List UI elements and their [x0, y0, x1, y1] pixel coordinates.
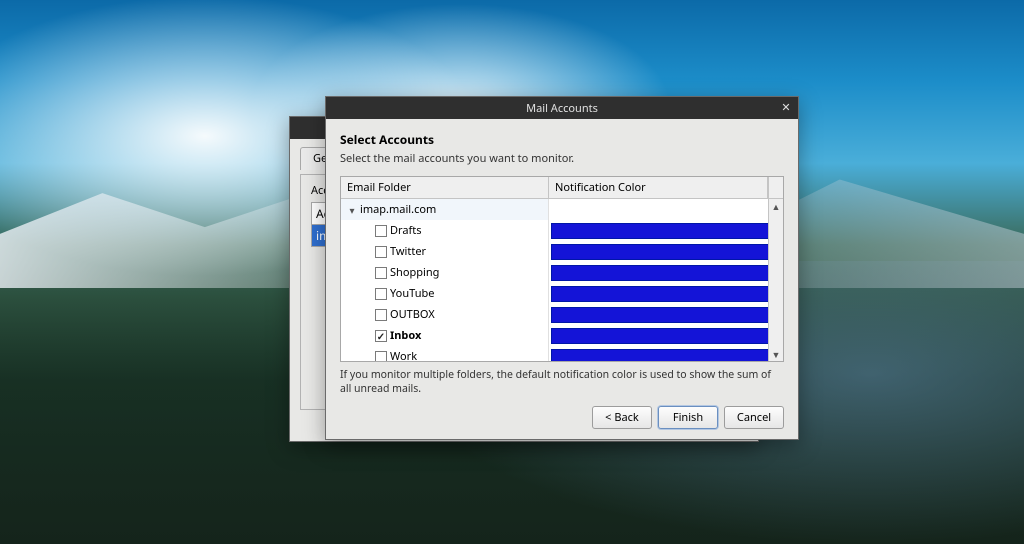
folder-label: Shopping: [390, 265, 439, 280]
folder-row[interactable]: YouTube: [341, 283, 783, 304]
account-root-label: imap.mail.com: [360, 202, 436, 217]
scroll-down-icon[interactable]: ▼: [769, 347, 783, 361]
folder-label: Drafts: [390, 223, 422, 238]
back-button[interactable]: < Back: [592, 406, 652, 429]
folder-label: Twitter: [390, 244, 426, 259]
notification-color-swatch[interactable]: [551, 223, 779, 239]
folder-label: YouTube: [390, 286, 434, 301]
folder-label: Inbox: [390, 328, 421, 343]
folder-checkbox[interactable]: [375, 225, 387, 237]
close-icon[interactable]: ✕: [778, 99, 794, 115]
folder-checkbox[interactable]: [375, 330, 387, 342]
mail-accounts-dialog: Mail Accounts ✕ Select Accounts Select t…: [325, 96, 799, 440]
folder-checkbox[interactable]: [375, 267, 387, 279]
column-header-color[interactable]: Notification Color: [549, 177, 768, 198]
hint-text: If you monitor multiple folders, the def…: [340, 368, 784, 396]
notification-color-swatch[interactable]: [551, 244, 779, 260]
notification-color-swatch[interactable]: [551, 328, 779, 344]
dialog-subheading: Select the mail accounts you want to mon…: [340, 151, 784, 166]
folders-table: Email Folder Notification Color ▾ imap.m…: [340, 176, 784, 362]
notification-color-swatch[interactable]: [551, 265, 779, 281]
folder-row[interactable]: OUTBOX: [341, 304, 783, 325]
column-header-folder[interactable]: Email Folder: [341, 177, 549, 198]
folder-row[interactable]: Shopping: [341, 262, 783, 283]
folder-checkbox[interactable]: [375, 309, 387, 321]
folder-checkbox[interactable]: [375, 246, 387, 258]
vertical-scrollbar[interactable]: ▲ ▼: [768, 199, 783, 361]
dialog-title: Mail Accounts: [526, 101, 598, 116]
notification-color-swatch[interactable]: [551, 286, 779, 302]
finish-button[interactable]: Finish: [658, 406, 718, 429]
folder-row[interactable]: Work: [341, 346, 783, 361]
folder-row[interactable]: Twitter: [341, 241, 783, 262]
folder-checkbox[interactable]: [375, 288, 387, 300]
folder-label: Work: [390, 349, 417, 361]
scroll-header-stub: [768, 177, 783, 198]
folder-label: OUTBOX: [390, 307, 435, 322]
cancel-button[interactable]: Cancel: [724, 406, 784, 429]
chevron-down-icon[interactable]: ▾: [347, 203, 357, 217]
folder-row[interactable]: Inbox: [341, 325, 783, 346]
folder-row[interactable]: Drafts: [341, 220, 783, 241]
notification-color-swatch[interactable]: [551, 307, 779, 323]
scroll-up-icon[interactable]: ▲: [769, 199, 783, 213]
folder-checkbox[interactable]: [375, 351, 387, 362]
account-root-row[interactable]: ▾ imap.mail.com: [341, 199, 783, 220]
notification-color-swatch[interactable]: [551, 349, 779, 362]
dialog-heading: Select Accounts: [340, 131, 784, 148]
dialog-titlebar[interactable]: Mail Accounts ✕: [326, 97, 798, 119]
